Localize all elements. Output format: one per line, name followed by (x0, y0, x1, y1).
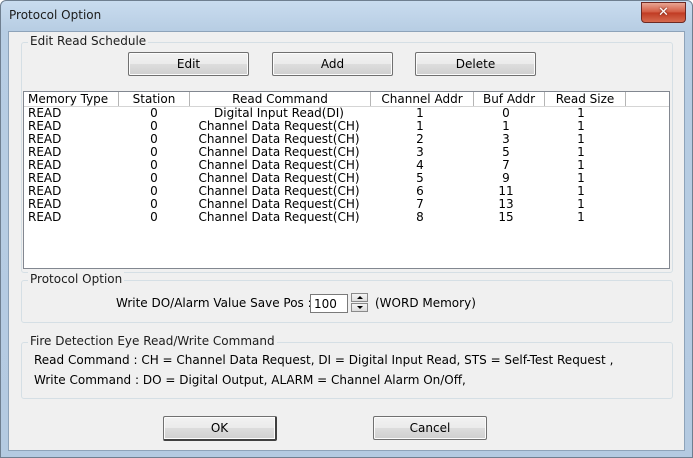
write-command-text: Write Command : DO = Digital Output, ALA… (34, 373, 466, 387)
column-header-station[interactable]: Station (119, 92, 190, 106)
edit-read-schedule-label: Edit Read Schedule (28, 34, 149, 48)
save-pos-label: Write DO/Alarm Value Save Pos : (116, 296, 312, 310)
cell-memory-type: READ (28, 172, 62, 185)
column-header-read-command[interactable]: Read Command (190, 92, 371, 106)
cell-read-size: 1 (577, 133, 585, 146)
table-row[interactable]: READ 0 Channel Data Request(CH) 6 11 1 (24, 185, 669, 198)
column-header-memory-type[interactable]: Memory Type (24, 92, 119, 106)
arrow-down-icon (356, 306, 363, 309)
word-memory-label: (WORD Memory) (375, 296, 476, 310)
cell-buf-addr: 13 (498, 198, 514, 211)
cell-memory-type: READ (28, 120, 62, 133)
cell-memory-type: READ (28, 198, 62, 211)
table-row[interactable]: READ 0 Channel Data Request(CH) 5 9 1 (24, 172, 669, 185)
arrow-up-icon (356, 296, 363, 299)
spin-up-button[interactable] (351, 293, 368, 302)
cell-station: 0 (150, 159, 158, 172)
ok-button[interactable]: OK (163, 416, 277, 441)
cell-station: 0 (150, 198, 158, 211)
column-header-read-size[interactable]: Read Size (545, 92, 626, 106)
cell-read-command: Channel Data Request(CH) (198, 159, 360, 172)
read-command-text: Read Command : CH = Channel Data Request… (34, 353, 614, 367)
cell-station: 0 (150, 172, 158, 185)
cell-memory-type: READ (28, 211, 62, 224)
cell-memory-type: READ (28, 185, 62, 198)
cell-station: 0 (150, 107, 158, 120)
cell-read-size: 1 (577, 146, 585, 159)
cell-memory-type: READ (28, 107, 62, 120)
list-header: Memory Type Station Read Command Channel… (24, 92, 669, 107)
protocol-option-label: Protocol Option (28, 272, 125, 286)
cell-read-size: 1 (577, 198, 585, 211)
cell-read-command: Channel Data Request(CH) (198, 198, 360, 211)
close-icon: ✕ (658, 5, 669, 20)
window-title: Protocol Option (9, 8, 102, 22)
cell-read-size: 1 (577, 172, 585, 185)
cell-read-size: 1 (577, 159, 585, 172)
cell-buf-addr: 7 (502, 159, 510, 172)
cell-read-size: 1 (577, 107, 585, 120)
list-body: READ 0 Digital Input Read(DI) 1 0 1 READ 0 Chann… (24, 107, 669, 224)
fire-detection-group: Fire Detection Eye Read/Write Command (21, 334, 673, 399)
cell-buf-addr: 15 (498, 211, 514, 224)
title-bar[interactable]: Protocol Option ✕ (1, 1, 692, 31)
cell-buf-addr: 0 (502, 107, 510, 120)
cell-read-size: 1 (577, 120, 585, 133)
edit-button[interactable]: Edit (128, 52, 249, 76)
cell-buf-addr: 9 (502, 172, 510, 185)
cell-read-size: 1 (577, 185, 585, 198)
cell-channel-addr: 1 (416, 107, 424, 120)
add-button[interactable]: Add (272, 52, 393, 76)
cell-channel-addr: 6 (416, 185, 424, 198)
cell-read-command: Channel Data Request(CH) (198, 133, 360, 146)
cell-station: 0 (150, 211, 158, 224)
table-row[interactable]: READ 0 Channel Data Request(CH) 4 7 1 (24, 159, 669, 172)
cell-channel-addr: 7 (416, 198, 424, 211)
cell-station: 0 (150, 185, 158, 198)
cell-memory-type: READ (28, 133, 62, 146)
cell-buf-addr: 3 (502, 133, 510, 146)
spin-down-button[interactable] (351, 303, 368, 312)
column-header-buf-addr[interactable]: Buf Addr (474, 92, 545, 106)
cell-memory-type: READ (28, 159, 62, 172)
cell-station: 0 (150, 120, 158, 133)
cell-memory-type: READ (28, 146, 62, 159)
table-row[interactable]: READ 0 Channel Data Request(CH) 2 3 1 (24, 133, 669, 146)
save-pos-input[interactable]: 100 (310, 294, 348, 313)
cell-buf-addr: 5 (502, 146, 510, 159)
cell-read-command: Channel Data Request(CH) (198, 172, 360, 185)
cell-read-command: Channel Data Request(CH) (198, 120, 360, 133)
close-button[interactable]: ✕ (641, 2, 686, 23)
protocol-option-dialog: Protocol Option ✕ Edit Read Schedule Edi… (0, 0, 693, 458)
table-row[interactable]: READ 0 Channel Data Request(CH) 7 13 1 (24, 198, 669, 211)
cell-channel-addr: 2 (416, 133, 424, 146)
dialog-client-area: Edit Read Schedule Edit Add Delete Memor… (8, 31, 685, 451)
delete-button[interactable]: Delete (415, 52, 536, 76)
table-row[interactable]: READ 0 Channel Data Request(CH) 3 5 1 (24, 146, 669, 159)
cell-read-command: Digital Input Read(DI) (214, 107, 344, 120)
cell-station: 0 (150, 146, 158, 159)
cell-read-command: Channel Data Request(CH) (198, 211, 360, 224)
cell-read-command: Channel Data Request(CH) (198, 146, 360, 159)
cell-channel-addr: 4 (416, 159, 424, 172)
column-header-channel-addr[interactable]: Channel Addr (371, 92, 474, 106)
cell-channel-addr: 5 (416, 172, 424, 185)
table-row[interactable]: READ 0 Channel Data Request(CH) 1 1 1 (24, 120, 669, 133)
cell-read-size: 1 (577, 211, 585, 224)
table-row[interactable]: READ 0 Channel Data Request(CH) 8 15 1 (24, 211, 669, 224)
cell-channel-addr: 1 (416, 120, 424, 133)
table-row[interactable]: READ 0 Digital Input Read(DI) 1 0 1 (24, 107, 669, 120)
cell-channel-addr: 8 (416, 211, 424, 224)
cancel-button[interactable]: Cancel (373, 416, 487, 440)
read-schedule-list[interactable]: Memory Type Station Read Command Channel… (23, 91, 670, 269)
cell-buf-addr: 1 (502, 120, 510, 133)
fire-detection-label: Fire Detection Eye Read/Write Command (28, 334, 277, 348)
cell-station: 0 (150, 133, 158, 146)
cell-channel-addr: 3 (416, 146, 424, 159)
cell-read-command: Channel Data Request(CH) (198, 185, 360, 198)
cell-buf-addr: 11 (498, 185, 514, 198)
